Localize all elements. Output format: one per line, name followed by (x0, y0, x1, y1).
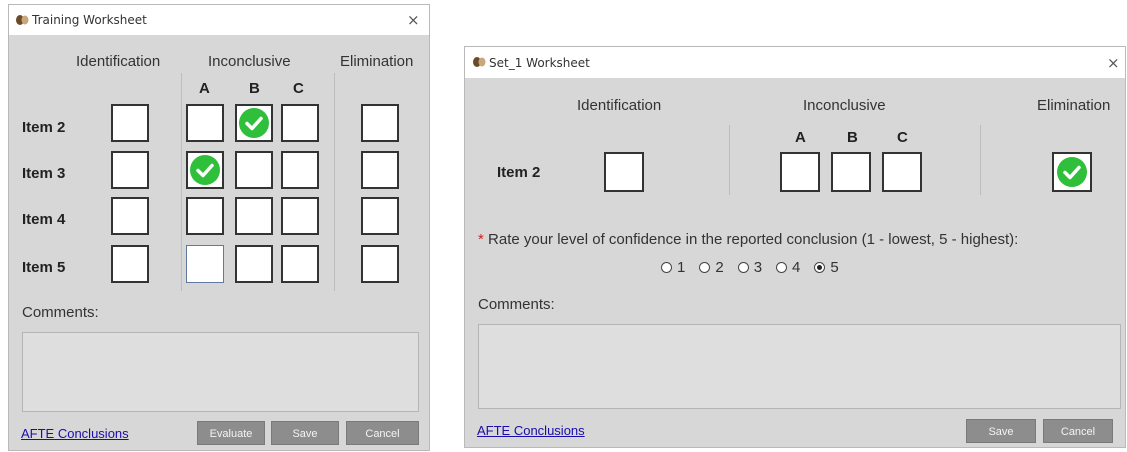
item5-inconclusive-c-checkbox[interactable] (281, 245, 319, 283)
item4-inconclusive-b-checkbox[interactable] (235, 197, 273, 235)
close-icon[interactable]: × (407, 11, 420, 29)
item-label: Item 2 (22, 119, 66, 136)
divider (729, 125, 730, 195)
title-bar: Set_1 Worksheet × (465, 47, 1125, 78)
subheader-b: B (847, 129, 858, 146)
required-marker: * (478, 231, 484, 248)
app-icon (473, 57, 486, 67)
item2-inconclusive-b-checkbox[interactable] (831, 152, 871, 192)
cancel-button[interactable]: Cancel (346, 421, 419, 445)
afte-conclusions-link[interactable]: AFTE Conclusions (21, 426, 129, 441)
rating-option-4[interactable]: 4 (776, 259, 800, 276)
comments-textarea[interactable] (478, 324, 1121, 409)
close-icon[interactable]: × (1107, 54, 1120, 72)
rating-option-2[interactable]: 2 (699, 259, 724, 276)
rating-option-1[interactable]: 1 (661, 259, 685, 276)
item5-inconclusive-a-checkbox[interactable] (186, 245, 224, 283)
evaluate-button[interactable]: Evaluate (197, 421, 265, 445)
item-label: Item 5 (22, 259, 66, 276)
window-title: Training Worksheet (32, 13, 147, 27)
item2-identification-checkbox[interactable] (604, 152, 644, 192)
header-elimination: Elimination (340, 53, 414, 70)
item4-inconclusive-a-checkbox[interactable] (186, 197, 224, 235)
set1-worksheet-window: Set_1 Worksheet × Identification Inconcl… (464, 46, 1126, 448)
subheader-c: C (293, 80, 304, 97)
rating-option-5[interactable]: 5 (814, 259, 839, 276)
item2-inconclusive-b-checkbox[interactable] (235, 104, 273, 142)
rating-label: 2 (715, 259, 724, 276)
radio-icon-selected[interactable] (814, 262, 826, 273)
item3-inconclusive-a-checkbox[interactable] (186, 151, 224, 189)
title-bar: Training Worksheet × (9, 5, 429, 35)
save-button[interactable]: Save (966, 419, 1036, 443)
cancel-button[interactable]: Cancel (1043, 419, 1113, 443)
item3-elimination-checkbox[interactable] (361, 151, 399, 189)
item4-elimination-checkbox[interactable] (361, 197, 399, 235)
header-elimination: Elimination (1037, 97, 1111, 114)
rating-label: 3 (753, 259, 763, 276)
divider (334, 73, 335, 291)
item2-inconclusive-c-checkbox[interactable] (281, 104, 319, 142)
radio-icon[interactable] (737, 262, 749, 273)
item4-identification-checkbox[interactable] (111, 197, 149, 235)
comments-label: Comments: (478, 296, 555, 313)
rating-label: 4 (792, 259, 801, 276)
header-inconclusive: Inconclusive (803, 97, 886, 114)
item2-inconclusive-a-checkbox[interactable] (780, 152, 820, 192)
item5-inconclusive-b-checkbox[interactable] (235, 245, 273, 283)
radio-icon[interactable] (699, 262, 711, 273)
app-icon (16, 15, 29, 25)
rating-label: 1 (677, 259, 686, 276)
item2-elimination-checkbox[interactable] (1052, 152, 1092, 192)
afte-conclusions-link[interactable]: AFTE Conclusions (477, 423, 585, 438)
radio-icon[interactable] (776, 262, 788, 273)
divider (181, 73, 182, 291)
subheader-b: B (249, 80, 260, 97)
item-label: Item 2 (497, 164, 541, 181)
subheader-c: C (897, 129, 908, 146)
confidence-rating-group: 1 2 3 4 5 (661, 259, 839, 276)
save-button[interactable]: Save (271, 421, 339, 445)
item4-inconclusive-c-checkbox[interactable] (281, 197, 319, 235)
item-label: Item 3 (22, 165, 66, 182)
item2-inconclusive-a-checkbox[interactable] (186, 104, 224, 142)
subheader-a: A (795, 129, 806, 146)
confidence-prompt-text: Rate your level of confidence in the rep… (488, 231, 1019, 248)
item-label: Item 4 (22, 211, 66, 228)
item5-elimination-checkbox[interactable] (361, 245, 399, 283)
radio-icon[interactable] (661, 262, 672, 273)
rating-option-3[interactable]: 3 (737, 259, 763, 276)
item3-inconclusive-b-checkbox[interactable] (235, 151, 273, 189)
check-icon (190, 155, 220, 185)
training-worksheet-window: Training Worksheet × Identification Inco… (8, 4, 430, 451)
divider (980, 125, 981, 195)
check-icon (1057, 157, 1087, 187)
header-identification: Identification (577, 97, 662, 114)
confidence-prompt: * Rate your level of confidence in the r… (478, 231, 1018, 248)
subheader-a: A (199, 80, 210, 97)
window-title: Set_1 Worksheet (489, 56, 590, 70)
item2-identification-checkbox[interactable] (111, 104, 149, 142)
header-identification: Identification (76, 53, 161, 70)
comments-textarea[interactable] (22, 332, 419, 412)
item3-inconclusive-c-checkbox[interactable] (281, 151, 319, 189)
item3-identification-checkbox[interactable] (111, 151, 149, 189)
item2-elimination-checkbox[interactable] (361, 104, 399, 142)
item2-inconclusive-c-checkbox[interactable] (882, 152, 922, 192)
rating-label: 5 (830, 259, 839, 276)
header-inconclusive: Inconclusive (208, 53, 291, 70)
check-icon (239, 108, 269, 138)
comments-label: Comments: (22, 304, 99, 321)
item5-identification-checkbox[interactable] (111, 245, 149, 283)
